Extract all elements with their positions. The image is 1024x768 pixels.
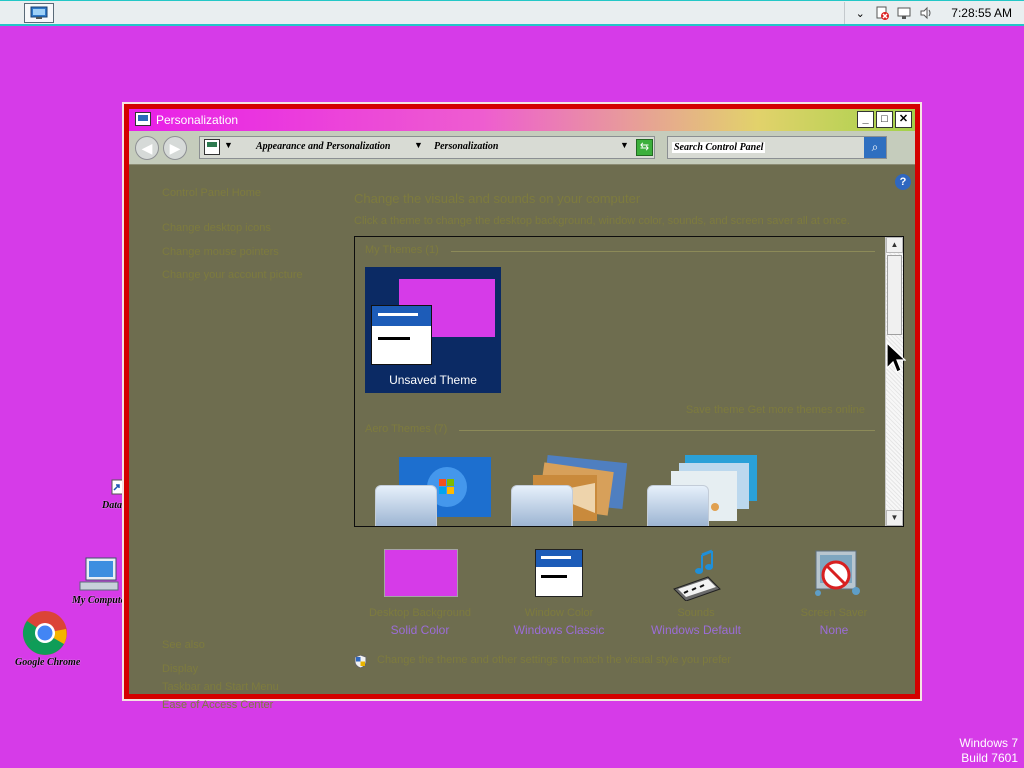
unsaved-theme-label: Unsaved Theme: [389, 373, 477, 387]
page-title: Change the visuals and sounds on your co…: [354, 191, 641, 206]
control-panel-icon: [135, 112, 151, 126]
screen-saver-value: None: [819, 623, 849, 637]
desktop-icon-google-chrome[interactable]: Google Chrome: [7, 609, 87, 668]
window-color-icon: [521, 549, 597, 601]
my-themes-label: My Themes (1): [365, 244, 439, 256]
forward-button[interactable]: ▶: [163, 136, 187, 160]
see-also-display[interactable]: Display: [162, 663, 198, 675]
search-placeholder: Search Control Panel: [672, 142, 766, 153]
address-bar[interactable]: ▼ Appearance and Personalization ▼ Perso…: [199, 136, 655, 159]
sounds-value: Windows Default: [650, 623, 742, 637]
sidebar-item-desktop-icons[interactable]: Change desktop icons: [162, 222, 271, 234]
taskbar: ⌄ 7:28:55 AM: [0, 0, 1024, 26]
save-theme-link[interactable]: Save theme Get more themes online: [686, 404, 865, 416]
desktop-icon-label: Google Chrome: [15, 657, 81, 668]
minimize-button[interactable]: _: [857, 111, 874, 128]
sidebar-item-control-panel-home[interactable]: Control Panel Home: [162, 187, 261, 199]
see-also-taskbar[interactable]: Taskbar and Start Menu: [162, 681, 279, 693]
desktop-background-value: Solid Color: [390, 623, 450, 637]
theme-list[interactable]: My Themes (1) Unsaved Theme Save theme G…: [354, 236, 904, 527]
window-color-setting[interactable]: Window Color Windows Classic: [499, 549, 619, 637]
computer-icon: [79, 557, 119, 591]
chevron-down-icon[interactable]: ▼: [414, 140, 423, 150]
screen-saver-icon: [796, 549, 872, 601]
window-body: Personalization _ □ ✕ ◀ ▶ ▼ Appearance a…: [129, 109, 915, 711]
action-center-icon[interactable]: [874, 5, 890, 21]
system-tray: ⌄ 7:28:55 AM: [844, 2, 1024, 24]
sounds-label: Sounds: [677, 607, 715, 619]
clock[interactable]: 7:28:55 AM: [951, 6, 1012, 20]
page-description: Click a theme to change the desktop back…: [354, 215, 850, 227]
address-dropdown-icon[interactable]: ▼: [620, 140, 629, 150]
scroll-down-button[interactable]: ▼: [886, 510, 903, 526]
windows-watermark: Windows 7 Build 7601: [959, 736, 1018, 766]
shield-icon: [354, 655, 367, 668]
close-button[interactable]: ✕: [895, 111, 912, 128]
window-color-label: Window Color: [524, 607, 594, 619]
chevron-down-icon[interactable]: ⌄: [852, 5, 868, 21]
aero-theme-architecture[interactable]: [505, 453, 629, 526]
aero-themes-label: Aero Themes (7): [365, 423, 448, 435]
window-color-value: Windows Classic: [513, 623, 605, 637]
aero-window-preview: [647, 485, 709, 526]
control-panel-icon: [204, 139, 220, 155]
see-also-ease-of-access[interactable]: Ease of Access Center: [162, 699, 273, 711]
volume-icon[interactable]: [918, 5, 934, 21]
screen-saver-setting[interactable]: Screen Saver None: [774, 549, 894, 637]
monitor-icon: [30, 6, 48, 19]
section-divider: [459, 430, 875, 431]
watermark-line-1: Windows 7: [959, 736, 1018, 750]
aero-window-preview: [375, 485, 437, 526]
help-icon[interactable]: ?: [895, 174, 911, 190]
desktop-background-label: Desktop Background: [368, 607, 472, 619]
theme-list-scrollbar[interactable]: ▲ ▼: [885, 237, 903, 526]
chevron-down-icon[interactable]: ▼: [224, 140, 233, 150]
sidebar-item-mouse-pointers[interactable]: Change mouse pointers: [162, 246, 279, 258]
search-input[interactable]: Search Control Panel ⌕: [667, 136, 887, 159]
desktop-background-setting[interactable]: Desktop Background Solid Color: [360, 549, 480, 637]
watermark-line-2: Build 7601: [961, 751, 1018, 765]
scroll-up-button[interactable]: ▲: [886, 237, 903, 253]
mouse-cursor-icon: [886, 342, 906, 373]
window-controls: _ □ ✕: [855, 111, 912, 128]
sounds-setting[interactable]: Sounds Windows Default: [636, 549, 756, 637]
window-title: Personalization: [156, 113, 239, 127]
chrome-icon: [22, 611, 67, 655]
screen-saver-label: Screen Saver: [800, 607, 868, 619]
aero-theme-characters[interactable]: [641, 453, 765, 526]
aero-theme-windows7[interactable]: [369, 453, 493, 526]
title-bar[interactable]: Personalization _ □ ✕: [129, 109, 915, 131]
desktop-background-icon: [382, 549, 458, 601]
refresh-button[interactable]: ⇆: [636, 139, 653, 156]
personalization-window: Personalization _ □ ✕ ◀ ▶ ▼ Appearance a…: [122, 102, 922, 711]
network-icon[interactable]: [896, 5, 912, 21]
uac-settings-link[interactable]: Change the theme and other settings to m…: [377, 654, 731, 666]
search-icon[interactable]: ⌕: [864, 137, 886, 158]
unsaved-theme-tile[interactable]: Unsaved Theme: [365, 267, 501, 393]
back-button[interactable]: ◀: [135, 136, 159, 160]
breadcrumb-personalization[interactable]: Personalization: [434, 141, 498, 152]
maximize-button[interactable]: □: [876, 111, 893, 128]
start-button[interactable]: [24, 3, 54, 23]
sidebar-item-account-picture[interactable]: Change your account picture: [162, 269, 303, 281]
address-toolbar: ◀ ▶ ▼ Appearance and Personalization ▼ P…: [129, 131, 915, 165]
see-also-heading: See also: [162, 639, 205, 651]
sounds-icon: [658, 549, 734, 602]
breadcrumb-appearance[interactable]: Appearance and Personalization: [256, 141, 390, 152]
aero-window-preview: [511, 485, 573, 526]
theme-window-preview: [371, 305, 432, 365]
section-divider: [451, 251, 875, 252]
scroll-thumb[interactable]: [887, 255, 902, 335]
